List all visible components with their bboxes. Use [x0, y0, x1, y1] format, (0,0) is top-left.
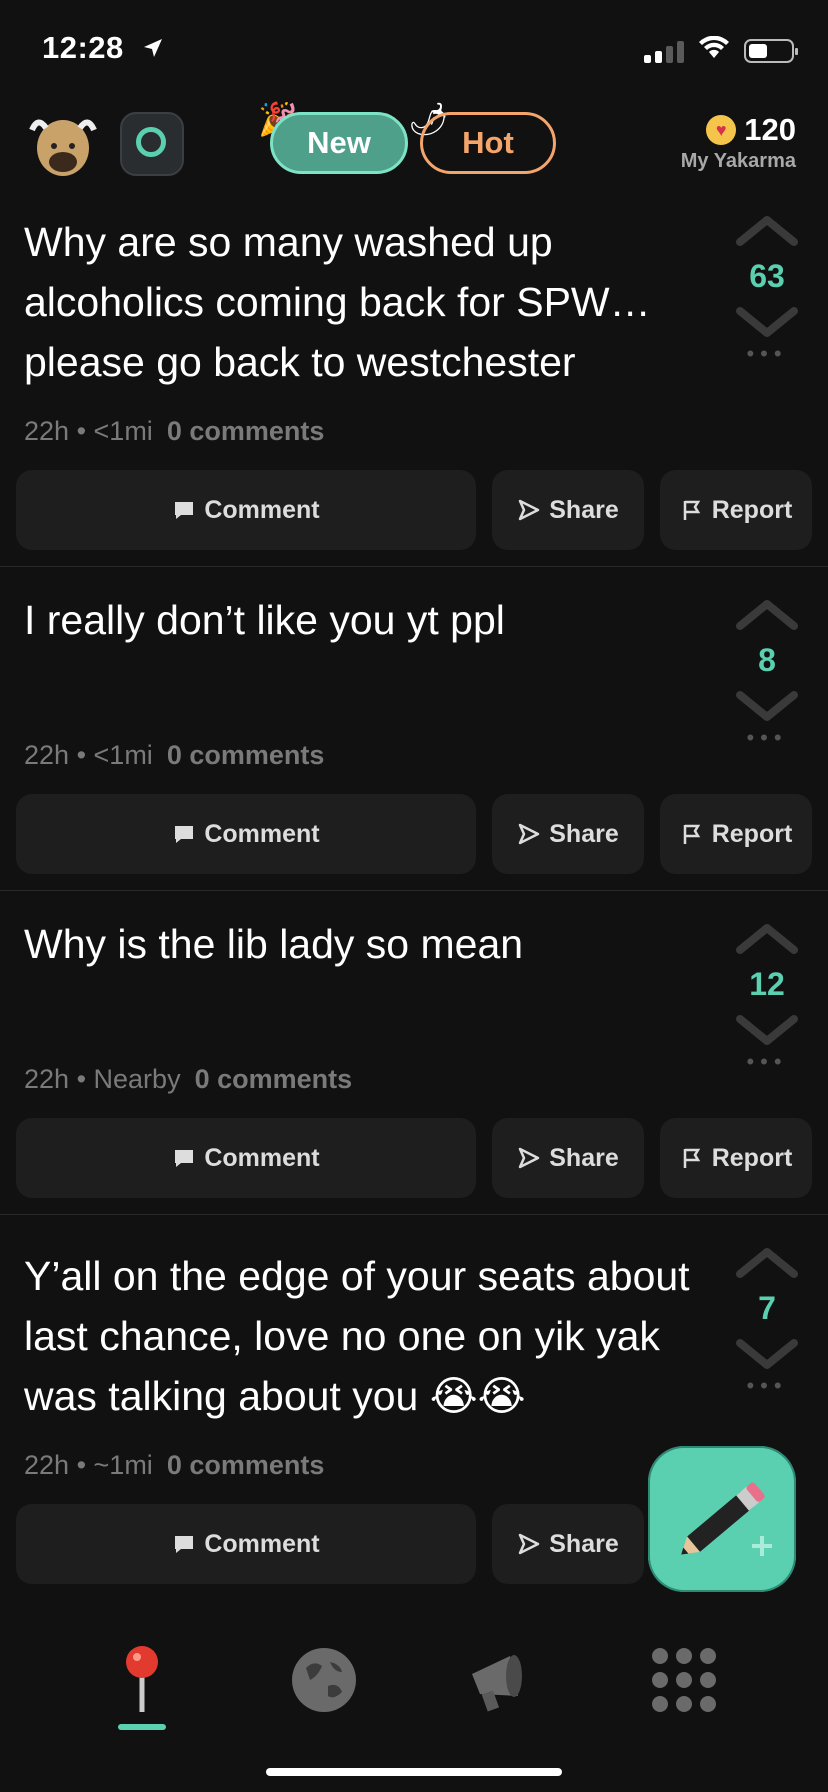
wifi-icon: [698, 35, 730, 65]
post-meta: 22h • <1mi 0 comments: [24, 416, 325, 446]
pin-icon: [126, 1646, 158, 1712]
post-card: I really don’t like you yt ppl 8 ••• 22h…: [0, 566, 828, 891]
report-icon: [683, 1148, 700, 1168]
comment-button[interactable]: Comment: [16, 470, 476, 550]
more-icon[interactable]: •••: [732, 725, 802, 751]
vote-score: 7: [758, 1290, 776, 1326]
vote-control: 7 •••: [732, 1244, 802, 1399]
status-bar: 12:28: [0, 0, 828, 100]
karma-counter[interactable]: ♥ 120 My Yakarma: [681, 112, 796, 173]
top-bar: 🎉 New 🌶 Hot ♥ 120 My Yakarma: [0, 100, 828, 200]
report-icon: [683, 824, 700, 844]
share-button[interactable]: Share: [492, 470, 644, 550]
heart-icon: ♥: [706, 115, 737, 145]
comment-count[interactable]: 0 comments: [195, 1064, 353, 1094]
share-button[interactable]: Share: [492, 1118, 644, 1198]
comment-count[interactable]: 0 comments: [167, 740, 325, 770]
pencil-icon: [681, 1482, 772, 1556]
more-icon[interactable]: •••: [732, 1373, 802, 1399]
tab-local[interactable]: [102, 1640, 182, 1720]
upvote-icon[interactable]: [734, 212, 800, 248]
post-text[interactable]: I really don’t like you yt ppl: [24, 590, 704, 650]
comment-icon: [175, 1536, 194, 1553]
post-actions: Comment Share Report: [16, 794, 812, 874]
more-icon[interactable]: •••: [732, 341, 802, 367]
share-icon: [519, 499, 540, 521]
school-badge-icon[interactable]: [120, 112, 184, 176]
signal-icon: [644, 39, 684, 63]
yak-avatar-icon[interactable]: [28, 110, 98, 180]
post-text[interactable]: Why is the lib lady so mean: [24, 914, 704, 974]
tab-hot[interactable]: Hot: [420, 112, 556, 174]
report-button[interactable]: Report: [660, 470, 812, 550]
downvote-icon[interactable]: [734, 305, 800, 341]
comment-icon: [175, 502, 194, 519]
vote-score: 8: [758, 642, 776, 678]
vote-control: 12 •••: [732, 920, 802, 1075]
compose-button[interactable]: [648, 1446, 796, 1592]
share-button[interactable]: Share: [492, 794, 644, 874]
post-meta: 22h • <1mi 0 comments: [24, 740, 325, 770]
upvote-icon[interactable]: [734, 1244, 800, 1280]
tab-menu[interactable]: [644, 1640, 724, 1720]
megaphone-icon: [472, 1655, 522, 1712]
downvote-icon[interactable]: [734, 689, 800, 725]
more-icon[interactable]: •••: [732, 1049, 802, 1075]
share-icon: [519, 1147, 540, 1169]
post-text[interactable]: Y’all on the edge of your seats about la…: [24, 1246, 704, 1426]
post-meta: 22h • Nearby 0 comments: [24, 1064, 353, 1094]
post-text[interactable]: Why are so many washed up alcoholics com…: [24, 212, 704, 392]
post-card: Why is the lib lady so mean 12 ••• 22h •…: [0, 890, 828, 1215]
battery-icon: [744, 38, 798, 63]
comment-icon: [175, 826, 194, 843]
tab-global[interactable]: [284, 1640, 364, 1720]
comment-button[interactable]: Comment: [16, 1504, 476, 1584]
post-card: Why are so many washed up alcoholics com…: [0, 200, 828, 567]
grid-icon: [652, 1648, 716, 1712]
status-icons: [644, 35, 798, 65]
report-button[interactable]: Report: [660, 1118, 812, 1198]
active-tab-indicator: [118, 1724, 166, 1730]
vote-control: 63 •••: [732, 212, 802, 367]
location-arrow-icon: [141, 32, 165, 68]
share-icon: [519, 823, 540, 845]
tab-announcements[interactable]: [462, 1640, 542, 1720]
downvote-icon[interactable]: [734, 1337, 800, 1373]
comment-button[interactable]: Comment: [16, 794, 476, 874]
vote-score: 12: [749, 966, 785, 1002]
upvote-icon[interactable]: [734, 920, 800, 956]
status-time: 12:28: [42, 30, 165, 68]
report-icon: [683, 500, 700, 520]
tab-new[interactable]: New: [270, 112, 408, 174]
globe-icon: [292, 1648, 356, 1712]
post-actions: Comment Share Report: [16, 470, 812, 550]
share-button[interactable]: Share: [492, 1504, 644, 1584]
post-actions: Comment Share Report: [16, 1118, 812, 1198]
comment-button[interactable]: Comment: [16, 1118, 476, 1198]
comment-count[interactable]: 0 comments: [167, 1450, 325, 1480]
upvote-icon[interactable]: [734, 596, 800, 632]
comment-count[interactable]: 0 comments: [167, 416, 325, 446]
report-button[interactable]: Report: [660, 794, 812, 874]
bottom-tab-bar: [0, 1600, 828, 1792]
downvote-icon[interactable]: [734, 1013, 800, 1049]
vote-score: 63: [749, 258, 785, 294]
home-indicator[interactable]: [266, 1768, 562, 1776]
comment-icon: [175, 1150, 194, 1167]
post-meta: 22h • ~1mi 0 comments: [24, 1450, 325, 1480]
vote-control: 8 •••: [732, 596, 802, 751]
share-icon: [519, 1533, 540, 1555]
